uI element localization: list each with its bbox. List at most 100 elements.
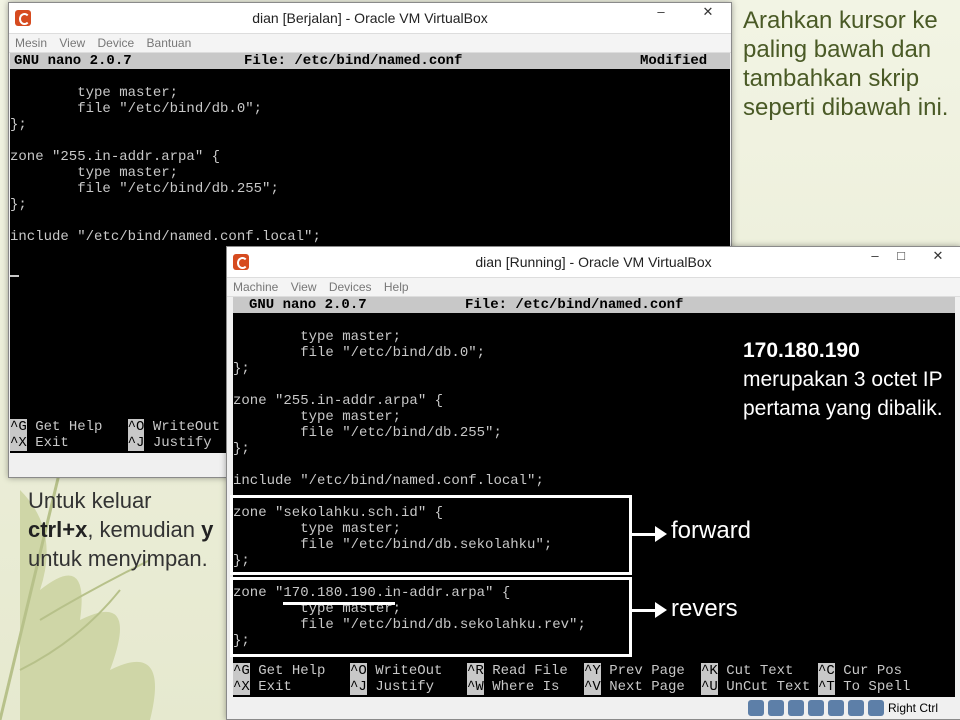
caption-key-y: y (201, 517, 214, 542)
shortcut-key: ^V (584, 679, 601, 695)
menu-device[interactable]: Device (98, 36, 135, 50)
shortcut-key: ^K (701, 663, 718, 679)
nano-filename: File: /etc/bind/named.conf (244, 53, 463, 69)
title-bar[interactable]: dian [Berjalan] - Oracle VM VirtualBox –… (9, 3, 731, 34)
code-line: include "/etc/bind/named.conf.local"; (233, 473, 544, 489)
shortcut-key: ^U (701, 679, 718, 695)
shortcut-item: ^V Next Page (584, 679, 701, 695)
shortcut-label: Justify (152, 435, 212, 451)
nano-shortcut-bar: ^G Get Help ^O WriteOut ^R Read File ^Y Pre… (233, 663, 955, 695)
shortcut-label: WriteOut (366, 663, 443, 679)
shortcut-label: To Spell (834, 679, 911, 695)
harddisk-icon[interactable] (748, 700, 764, 716)
reverse-arrow (629, 602, 667, 618)
shortcut-item: ^K Cut Text (701, 663, 818, 679)
shortcut-key: ^R (467, 663, 484, 679)
shortcut-label: Next Page (600, 679, 685, 695)
close-button[interactable]: ✕ (685, 3, 731, 23)
shortcut-row: ^G Get Help ^O WriteOut ^R Read File ^Y Pre… (233, 663, 955, 679)
menu-help[interactable]: Help (384, 280, 409, 294)
shortcut-key: ^G (233, 663, 250, 679)
window-title: dian [Running] - Oracle VM VirtualBox (475, 254, 712, 270)
nano-modified-status: Modified (640, 53, 708, 69)
shortcut-item: ^J Justify (350, 679, 467, 695)
mouse-integration-icon[interactable] (868, 700, 884, 716)
shortcut-key: ^C (818, 663, 835, 679)
shortcut-key: ^J (350, 679, 367, 695)
ip-note-text: merupakan 3 octet IP pertama yang dibali… (743, 368, 943, 420)
code-line: }; (10, 117, 730, 133)
shortcut-key: ^G (10, 419, 27, 435)
shortcut-key: ^T (818, 679, 835, 695)
nano-header-bar: GNU nano 2.0.7 File: /etc/bind/named.con… (233, 297, 955, 313)
menu-machine[interactable]: Machine (233, 280, 278, 294)
shortcut-key: ^W (467, 679, 484, 695)
nano-version: GNU nano 2.0.7 (14, 53, 132, 69)
shortcut-key: ^O (127, 419, 145, 435)
nano-version: GNU nano 2.0.7 (249, 297, 367, 313)
menu-bar: Mesin View Device Bantuan (9, 34, 731, 53)
shortcut-label: Justify (366, 679, 435, 695)
menu-view[interactable]: View (291, 280, 317, 294)
code-line: }; (233, 441, 250, 457)
nano-filename: File: /etc/bind/named.conf (465, 297, 684, 313)
host-key-indicator: Right Ctrl (887, 701, 938, 715)
shortcut-item: ^R Read File (467, 663, 584, 679)
code-line: type master; (10, 165, 179, 181)
instruction-caption: Arahkan kursor ke paling bawah dan tamba… (743, 7, 949, 121)
save-instruction-caption: Untuk keluar ctrl+x, kemudian y untuk me… (28, 486, 218, 573)
code-line: }; (10, 197, 27, 213)
network-icon[interactable] (828, 700, 844, 716)
shortcut-item: ^T To Spell (818, 679, 935, 695)
shortcut-row: ^X Exit ^J Justify ^W Where Is ^V Next Page… (233, 679, 955, 695)
minimize-button[interactable]: – (862, 247, 888, 267)
caption-suffix: untuk menyimpan. (28, 546, 208, 571)
window-title: dian [Berjalan] - Oracle VM VirtualBox (252, 10, 488, 26)
shortcut-label: Exit (35, 435, 69, 451)
nano-header-bar: GNU nano 2.0.7 File: /etc/bind/named.con… (10, 53, 730, 69)
shortcut-item: ^W Where Is (467, 679, 584, 695)
title-bar[interactable]: dian [Running] - Oracle VM VirtualBox – … (227, 247, 960, 278)
optical-drive-icon[interactable] (768, 700, 784, 716)
code-line: file "/etc/bind/db.255"; (10, 181, 279, 197)
reverse-label: revers (671, 595, 738, 622)
ip-octets: 170.180.190 (743, 339, 860, 362)
forward-label: forward (671, 517, 752, 544)
display-icon[interactable] (848, 700, 864, 716)
menu-mesin[interactable]: Mesin (15, 36, 47, 50)
text-cursor (10, 275, 19, 277)
shortcut-item: ^G Get Help (233, 663, 350, 679)
restore-button[interactable]: □ (888, 247, 914, 267)
menu-devices[interactable]: Devices (329, 280, 372, 294)
forward-zone-highlight (230, 495, 632, 575)
usb-icon[interactable] (788, 700, 804, 716)
caption-key-ctrl-x: ctrl+x (28, 517, 88, 542)
code-line: file "/etc/bind/db.255"; (233, 425, 502, 441)
caption-mid: , kemudian (87, 517, 202, 542)
shortcut-item: ^X Exit (233, 679, 350, 695)
close-button[interactable]: ✕ (916, 247, 960, 267)
shortcut-label: Prev Page (600, 663, 685, 679)
menu-view[interactable]: View (59, 36, 85, 50)
shortcut-item: ^O WriteOut (350, 663, 467, 679)
shortcut-key: ^X (10, 435, 27, 451)
status-bar: Right Ctrl (227, 697, 960, 719)
editor-text-area[interactable]: type master; file "/etc/bind/db.0";}; zon… (10, 85, 730, 245)
code-line: zone "255.in-addr.arpa" { (10, 149, 221, 165)
minimize-button[interactable]: – (639, 3, 683, 23)
menu-bantuan[interactable]: Bantuan (147, 36, 192, 50)
shortcut-key: ^O (350, 663, 367, 679)
code-line: type master; (10, 85, 179, 101)
shortcut-label: Cut Text (717, 663, 794, 679)
shortcut-item: ^C Cur Pos (818, 663, 935, 679)
caption-prefix: Untuk keluar (28, 488, 152, 513)
ip-annotation: 170.180.190 merupakan 3 octet IP pertama… (743, 336, 953, 423)
shortcut-key: ^X (233, 679, 250, 695)
ip-underline (283, 602, 395, 605)
shared-folder-icon[interactable] (808, 700, 824, 716)
shortcut-label: WriteOut (152, 419, 221, 435)
code-line: file "/etc/bind/db.0"; (10, 101, 263, 117)
